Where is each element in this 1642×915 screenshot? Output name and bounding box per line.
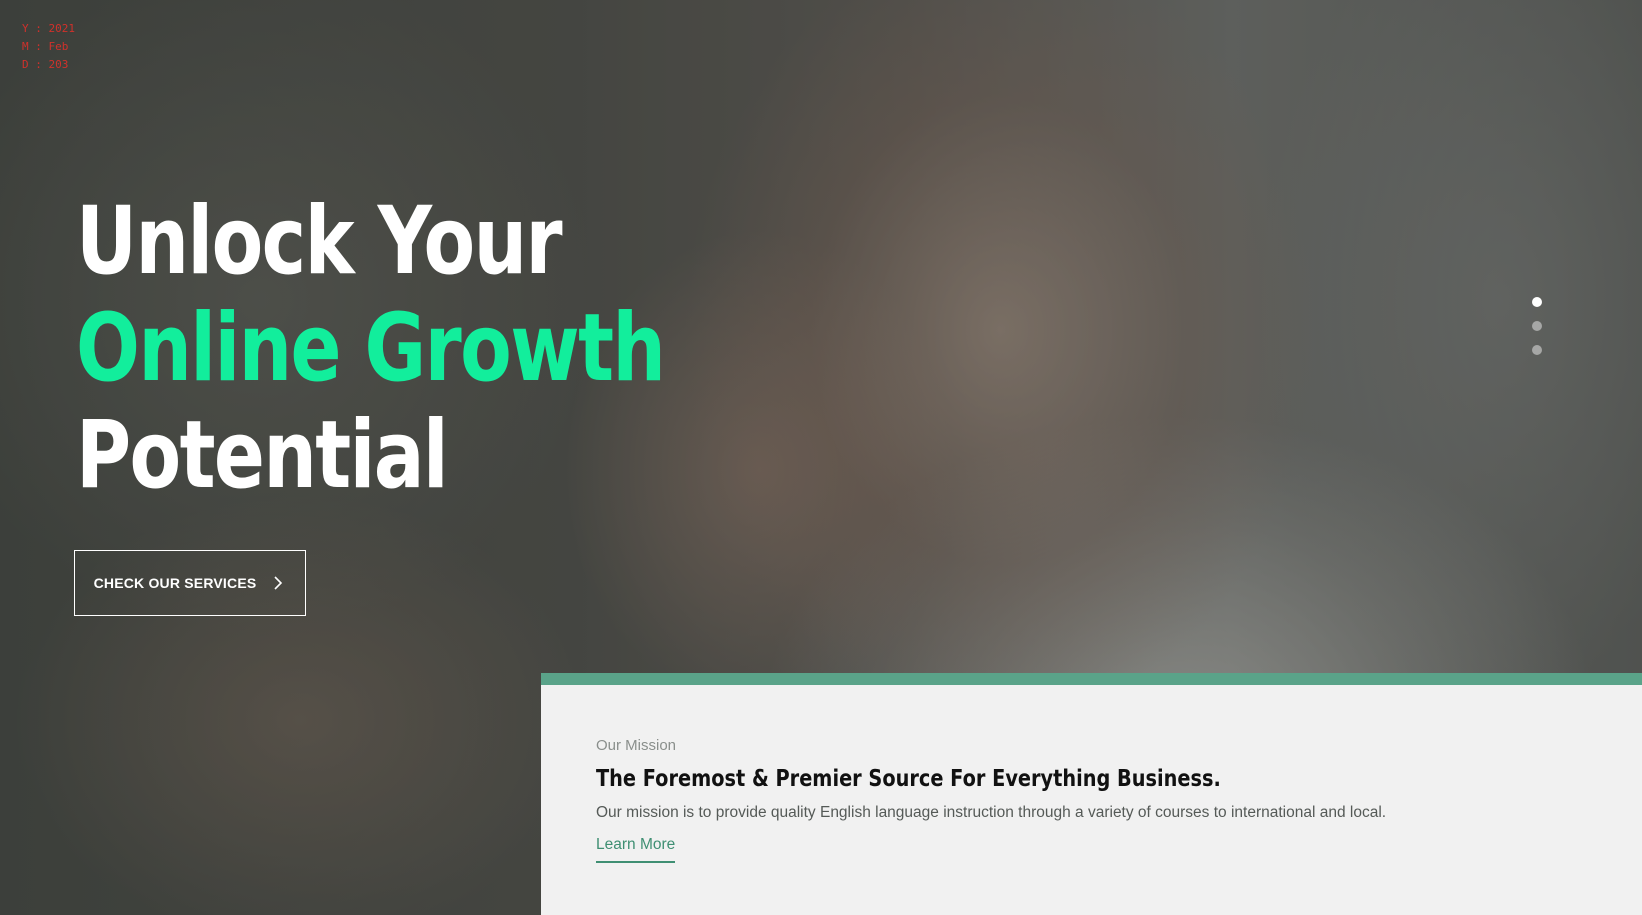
debug-readout-line: D : 203: [22, 58, 69, 71]
learn-more-link[interactable]: Learn More: [596, 836, 676, 863]
chevron-right-icon: [270, 575, 286, 591]
debug-readout-line: Y : 2021: [22, 22, 75, 35]
mission-description: Our mission is to provide quality Englis…: [596, 804, 1387, 821]
headline-accent-line: Online Growth: [76, 294, 666, 403]
hero-headline: Unlock Your Online Growth Potential: [76, 187, 666, 510]
slider-dot-3[interactable]: [1532, 345, 1542, 355]
slider-pagination: [1532, 297, 1542, 355]
mission-title: The Foremost & Premier Source For Everyt…: [596, 766, 1221, 792]
headline-line: Potential: [76, 401, 449, 510]
debug-readout-line: M : Feb: [22, 40, 69, 53]
slider-dot-2[interactable]: [1532, 321, 1542, 331]
mission-panel: Our Mission The Foremost & Premier Sourc…: [541, 673, 1642, 915]
check-services-label: CHECK OUR SERVICES: [93, 575, 257, 591]
hero-section: Y : 2021 M : Feb D : 203 Unlock Your Onl…: [0, 0, 1642, 915]
check-services-button[interactable]: CHECK OUR SERVICES: [74, 550, 306, 616]
slider-dot-1[interactable]: [1532, 297, 1542, 307]
mission-eyebrow: Our Mission: [596, 737, 677, 754]
debug-readout: Y : 2021 M : Feb D : 203: [22, 20, 75, 74]
headline-line: Unlock Your: [76, 187, 563, 296]
